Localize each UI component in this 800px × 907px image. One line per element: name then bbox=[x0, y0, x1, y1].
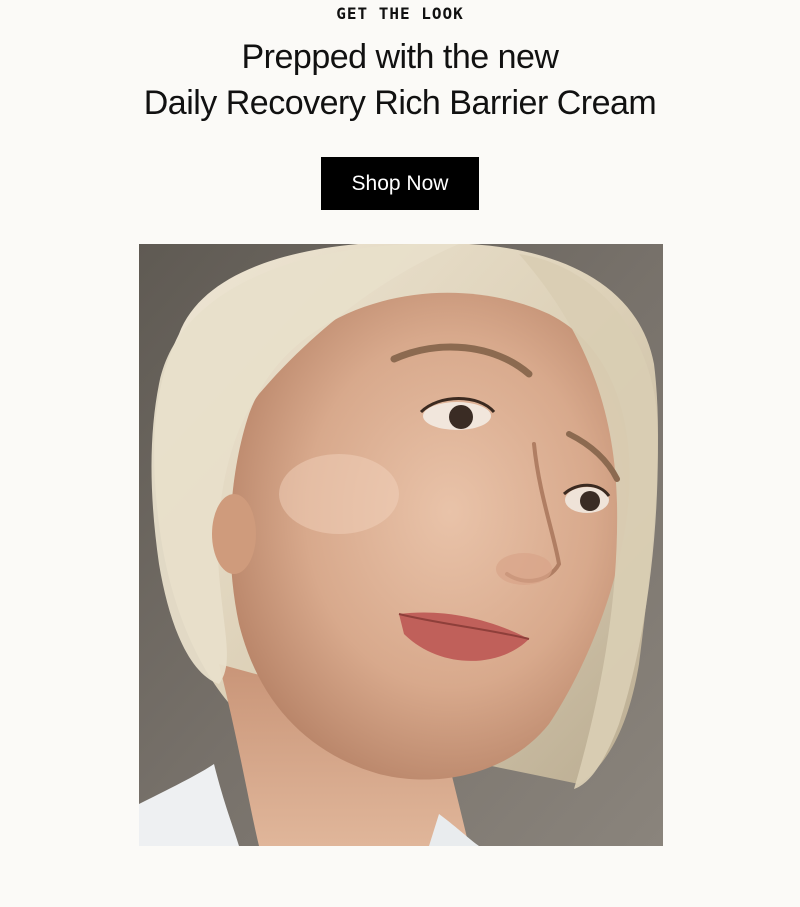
eyebrow-label: GET THE LOOK bbox=[336, 4, 464, 23]
portrait-photo[interactable] bbox=[139, 244, 663, 846]
headline-line-1: Prepped with the new bbox=[241, 38, 559, 76]
portrait-illustration bbox=[139, 244, 663, 846]
headline: Prepped with the new Daily Recovery Rich… bbox=[0, 34, 800, 126]
shop-now-button[interactable]: Shop Now bbox=[321, 157, 479, 210]
headline-line-2: Daily Recovery Rich Barrier Cream bbox=[143, 84, 657, 122]
